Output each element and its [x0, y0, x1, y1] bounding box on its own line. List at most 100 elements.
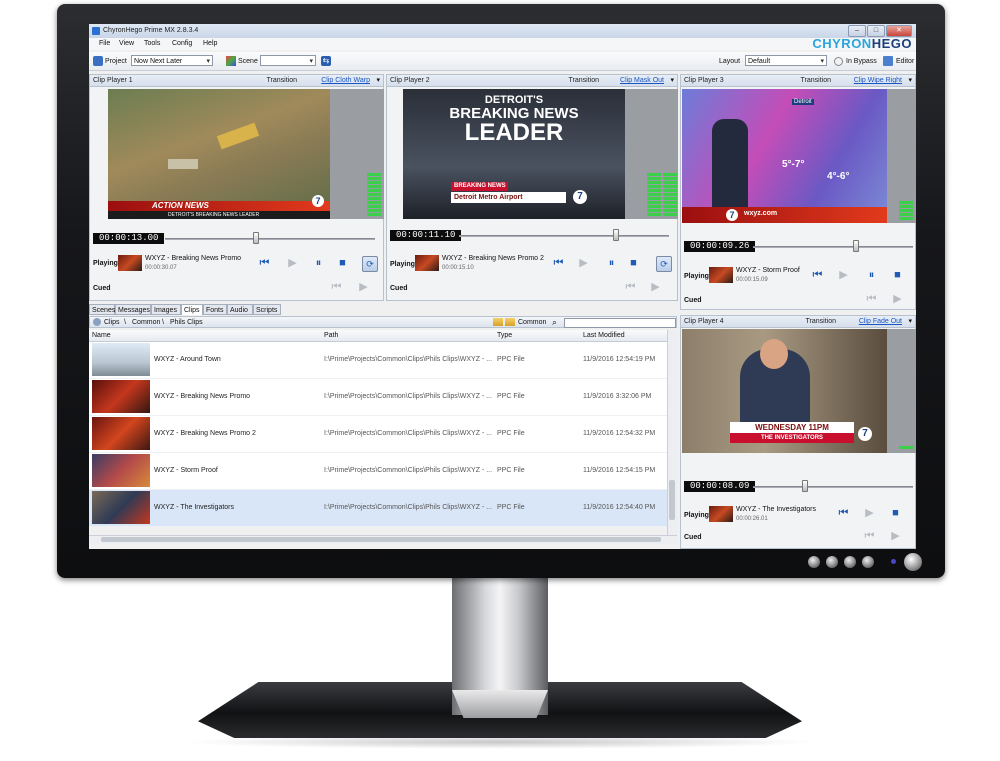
column-type[interactable]: Type	[497, 332, 512, 339]
chevron-down-icon[interactable]: ▾	[908, 76, 912, 84]
loop-icon[interactable]: ⟳	[362, 256, 378, 272]
player-4-video: WEDNESDAY 11PM THE INVESTIGATORS 7	[682, 329, 887, 453]
tab-fonts[interactable]: Fonts	[203, 304, 227, 315]
project-select[interactable]: Now Next Later	[131, 55, 213, 67]
transition-link[interactable]: Clip Mask Out	[620, 77, 664, 84]
tab-scripts[interactable]: Scripts	[253, 304, 281, 315]
scrub-slider[interactable]	[459, 235, 669, 237]
skip-back-icon[interactable]: ⏮	[258, 257, 271, 270]
menu-tools[interactable]: Tools	[144, 40, 160, 47]
scroll-thumb[interactable]	[101, 537, 661, 542]
menu-help[interactable]: Help	[203, 40, 217, 47]
chevron-down-icon[interactable]: ▾	[908, 317, 912, 325]
bypass-icon[interactable]	[834, 57, 843, 66]
cue-play-icon[interactable]: ▶	[649, 281, 662, 294]
menu-config[interactable]: Config	[172, 40, 192, 47]
player-title: Clip Player 2	[390, 77, 430, 84]
column-last-modified[interactable]: Last Modified	[583, 332, 625, 339]
cue-play-icon[interactable]: ▶	[357, 281, 370, 294]
table-row-selected[interactable]: WXYZ - The Investigators I:\Prime\Projec…	[89, 490, 667, 527]
monitor-button[interactable]	[826, 556, 838, 568]
station-logo: 7	[573, 190, 587, 204]
playing-label: Playing	[390, 261, 415, 268]
pause-icon[interactable]: ⏸	[605, 257, 618, 270]
transition-link[interactable]: Clip Fade Out	[859, 318, 902, 325]
pause-icon[interactable]: ⏸	[865, 269, 878, 282]
scrub-handle[interactable]	[853, 240, 859, 252]
breadcrumb-item[interactable]: Phils Clips	[170, 319, 203, 326]
menu-view[interactable]: View	[119, 40, 134, 47]
cue-skip-icon[interactable]: ⏮	[624, 281, 637, 294]
scrub-slider[interactable]	[753, 486, 913, 488]
play-icon[interactable]: ▶	[863, 507, 876, 520]
playing-label: Playing	[684, 512, 709, 519]
station-url: wxyz.com	[744, 210, 778, 217]
cue-skip-icon[interactable]: ⏮	[330, 281, 343, 294]
play-icon[interactable]: ▶	[837, 269, 850, 282]
breadcrumb-item[interactable]: Common	[132, 319, 160, 326]
transition-label: Transition	[266, 77, 297, 84]
stop-icon[interactable]: ■	[891, 269, 904, 282]
stop-icon[interactable]: ■	[889, 507, 902, 520]
pause-icon[interactable]: ⏸	[312, 257, 325, 270]
stop-icon[interactable]: ■	[627, 257, 640, 270]
cue-skip-icon[interactable]: ⏮	[865, 293, 878, 306]
layout-select[interactable]: Default	[745, 55, 827, 67]
chevron-down-icon[interactable]: ▾	[376, 76, 380, 84]
menu-file[interactable]: File	[99, 40, 110, 47]
scrub-slider[interactable]	[165, 238, 375, 240]
breadcrumb-item[interactable]: Clips	[104, 319, 120, 326]
cued-label: Cued	[390, 285, 408, 292]
table-row[interactable]: WXYZ - Around Town I:\Prime\Projects\Com…	[89, 342, 667, 379]
monitor-stand-foot	[452, 690, 548, 718]
play-icon[interactable]: ▶	[577, 257, 590, 270]
monitor-button[interactable]	[808, 556, 820, 568]
table-row[interactable]: WXYZ - Breaking News Promo 2 I:\Prime\Pr…	[89, 416, 667, 453]
editor-button[interactable]: Editor	[896, 58, 914, 65]
loop-icon[interactable]: ⟳	[656, 256, 672, 272]
cue-play-icon[interactable]: ▶	[891, 293, 904, 306]
horizontal-scrollbar[interactable]	[89, 535, 677, 544]
scrub-handle[interactable]	[802, 480, 808, 492]
folder-label[interactable]: Common	[518, 319, 546, 326]
power-button[interactable]	[904, 553, 922, 571]
column-path[interactable]: Path	[324, 332, 338, 339]
playing-clip-name: WXYZ - Breaking News Promo 2	[442, 255, 544, 262]
skip-back-icon[interactable]: ⏮	[837, 507, 850, 520]
player-title: Clip Player 4	[684, 318, 724, 325]
player-2-video: DETROIT'S BREAKING NEWS LEADER BREAKING …	[403, 89, 625, 219]
scrub-handle[interactable]	[253, 232, 259, 244]
play-icon[interactable]: ▶	[286, 257, 299, 270]
tab-scenes[interactable]: Scenes	[89, 304, 115, 315]
skip-back-icon[interactable]: ⏮	[811, 269, 824, 282]
search-input[interactable]	[564, 318, 676, 328]
monitor-button[interactable]	[862, 556, 874, 568]
monitor-button[interactable]	[844, 556, 856, 568]
skip-back-icon[interactable]: ⏮	[552, 257, 565, 270]
tab-messages[interactable]: Messages	[115, 304, 151, 315]
tab-clips[interactable]: Clips	[181, 304, 203, 315]
bypass-label[interactable]: In Bypass	[846, 58, 877, 65]
tab-audio[interactable]: Audio	[227, 304, 253, 315]
transition-link[interactable]: Clip Wipe Right	[854, 77, 902, 84]
back-icon[interactable]	[93, 318, 101, 326]
transition-link[interactable]: Clip Cloth Warp	[321, 77, 370, 84]
tab-images[interactable]: Images	[151, 304, 181, 315]
column-name[interactable]: Name	[92, 332, 111, 339]
link-icon[interactable]: ⇆	[321, 56, 331, 66]
scroll-thumb[interactable]	[669, 480, 675, 520]
chevron-down-icon[interactable]: ▾	[670, 76, 674, 84]
vertical-scrollbar[interactable]	[667, 330, 677, 535]
clip-player-2: Clip Player 2 Transition Clip Mask Out ▾…	[386, 74, 678, 301]
table-row[interactable]: WXYZ - Storm Proof I:\Prime\Projects\Com…	[89, 453, 667, 490]
app-icon	[92, 27, 100, 35]
scrub-slider[interactable]	[753, 246, 913, 248]
scene-select[interactable]	[260, 55, 316, 67]
cue-skip-icon[interactable]: ⏮	[863, 530, 876, 543]
search-icon[interactable]: ⌕	[552, 317, 557, 328]
table-row[interactable]: WXYZ - Breaking News Promo I:\Prime\Proj…	[89, 379, 667, 416]
stop-icon[interactable]: ■	[336, 257, 349, 270]
cue-play-icon[interactable]: ▶	[889, 530, 902, 543]
map-city: Detroit	[792, 99, 814, 105]
scrub-handle[interactable]	[613, 229, 619, 241]
